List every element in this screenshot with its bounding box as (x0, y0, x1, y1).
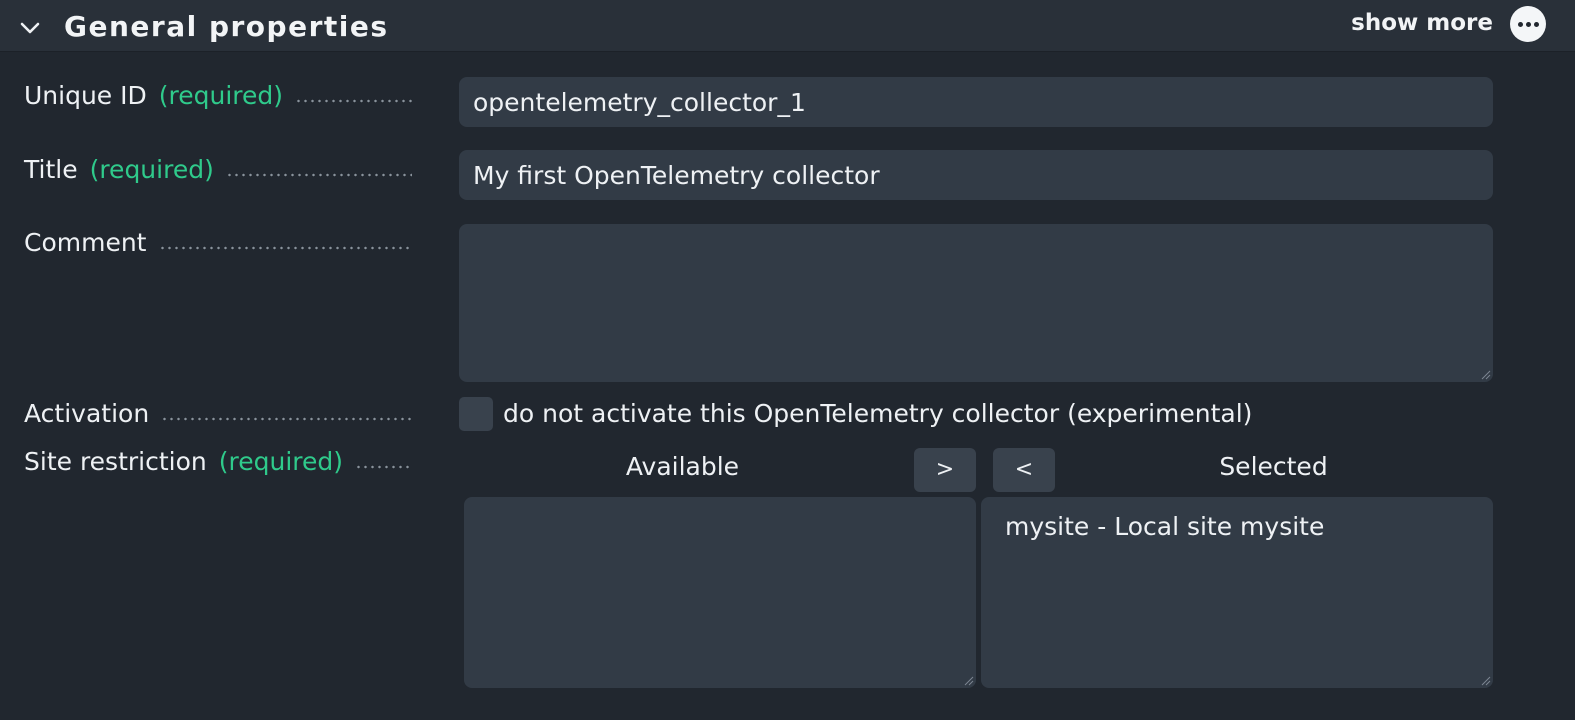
resize-handle-icon[interactable] (1481, 676, 1491, 686)
more-options-icon[interactable] (1510, 6, 1546, 42)
selected-sites-list[interactable]: mysite - Local site mysite (981, 497, 1493, 688)
show-more-label[interactable]: show more (1351, 7, 1493, 39)
do-not-activate-checkbox[interactable] (459, 397, 493, 431)
label-dotted-leader (225, 173, 412, 177)
label-dotted-leader (355, 465, 412, 469)
comment-textarea[interactable] (459, 224, 1493, 382)
activation-label: Activation (24, 397, 412, 431)
comment-label: Comment (24, 226, 412, 260)
list-item[interactable]: mysite - Local site mysite (981, 509, 1493, 545)
add-selected-button[interactable]: > (914, 448, 976, 492)
unique-id-label: Unique ID (required) (24, 79, 412, 113)
label-dotted-leader (158, 246, 412, 250)
title-label: Title (required) (24, 153, 412, 187)
chevron-down-icon[interactable] (20, 18, 40, 38)
label-dotted-leader (295, 99, 412, 103)
selected-list-title: Selected (1219, 452, 1328, 481)
section-title: General properties (64, 10, 389, 43)
resize-handle-icon[interactable] (964, 676, 974, 686)
required-marker: (required) (89, 155, 214, 184)
remove-selected-button[interactable]: < (993, 448, 1055, 492)
title-input[interactable] (459, 150, 1493, 200)
required-marker: (required) (218, 447, 344, 476)
general-properties-form: General properties show more Unique ID (… (0, 0, 1575, 720)
section-header[interactable]: General properties show more (0, 0, 1575, 52)
available-list-title: Available (625, 452, 740, 481)
site-restriction-label: Site restriction (required) (24, 445, 412, 479)
do-not-activate-label[interactable]: do not activate this OpenTelemetry colle… (503, 397, 1252, 431)
unique-id-input[interactable] (459, 77, 1493, 127)
resize-handle-icon[interactable] (1481, 370, 1491, 380)
label-dotted-leader (161, 417, 412, 421)
required-marker: (required) (158, 81, 284, 110)
available-sites-list[interactable] (464, 497, 976, 688)
